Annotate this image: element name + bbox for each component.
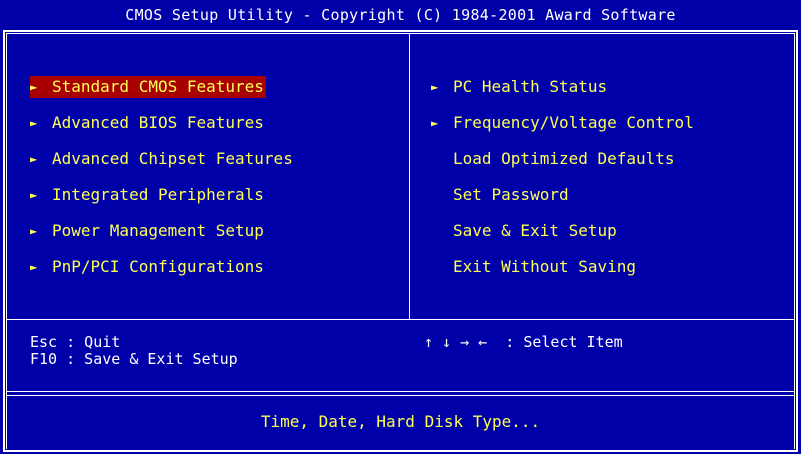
frame-border [3, 30, 798, 32]
menu-item-label: Set Password [453, 185, 569, 204]
section-divider [6, 391, 795, 392]
key-help-left: Esc : Quit F10 : Save & Exit Setup [30, 334, 238, 368]
bios-screen: CMOS Setup Utility - Copyright (C) 1984-… [0, 0, 801, 454]
submenu-arrow-icon: ► [30, 224, 38, 238]
submenu-arrow-icon: ► [30, 260, 38, 274]
menu-item-label: Load Optimized Defaults [453, 149, 675, 168]
menu-item-label: Advanced BIOS Features [52, 113, 264, 132]
arrow-keys-icon: ↑ ↓ → ← [424, 333, 488, 351]
menu-item-pnp-pci-configurations[interactable]: ► PnP/PCI Configurations [30, 256, 295, 292]
submenu-arrow-icon: ► [30, 152, 38, 166]
submenu-arrow-icon: ► [431, 116, 439, 130]
menu-item-pc-health-status[interactable]: ► PC Health Status [431, 76, 696, 112]
frame-border [796, 30, 798, 452]
menu-item-label: Exit Without Saving [453, 257, 637, 276]
submenu-arrow-icon: ► [30, 188, 38, 202]
frame-border [3, 450, 798, 452]
column-divider [409, 33, 410, 319]
menu-item-label: Frequency/Voltage Control [453, 113, 694, 132]
select-item-hint: : Select Item [487, 333, 623, 351]
menu-item-label: Power Management Setup [52, 221, 264, 240]
menu-item-standard-cmos-features[interactable]: ► Standard CMOS Features [30, 76, 295, 112]
menu-item-label: Integrated Peripherals [52, 185, 264, 204]
frame-border [6, 33, 795, 34]
esc-quit-hint: Esc : Quit [30, 333, 121, 351]
frame-border [794, 33, 795, 449]
menu-item-power-management-setup[interactable]: ► Power Management Setup [30, 220, 295, 256]
menu-item-save-exit-setup[interactable]: Save & Exit Setup [431, 220, 696, 256]
menu-item-label: Save & Exit Setup [453, 221, 617, 240]
submenu-arrow-icon: ► [30, 76, 52, 98]
menu-right-column: ► PC Health Status ► Frequency/Voltage C… [431, 76, 696, 292]
menu-item-set-password[interactable]: Set Password [431, 184, 696, 220]
menu-item-advanced-bios-features[interactable]: ► Advanced BIOS Features [30, 112, 295, 148]
submenu-arrow-icon: ► [431, 80, 439, 94]
menu-item-integrated-peripherals[interactable]: ► Integrated Peripherals [30, 184, 295, 220]
menu-item-load-optimized-defaults[interactable]: Load Optimized Defaults [431, 148, 696, 184]
menu-item-label: Standard CMOS Features [52, 76, 266, 98]
section-divider [6, 319, 795, 320]
menu-item-exit-without-saving[interactable]: Exit Without Saving [431, 256, 696, 292]
menu-item-label: PC Health Status [453, 77, 608, 96]
menu-item-advanced-chipset-features[interactable]: ► Advanced Chipset Features [30, 148, 295, 184]
frame-border [3, 30, 5, 452]
menu-item-label: PnP/PCI Configurations [52, 257, 264, 276]
item-help-status: Time, Date, Hard Disk Type... [260, 411, 541, 431]
frame-border [6, 33, 7, 449]
menu-item-frequency-voltage-control[interactable]: ► Frequency/Voltage Control [431, 112, 696, 148]
f10-save-hint: F10 : Save & Exit Setup [30, 350, 238, 368]
key-help-right: ↑ ↓ → ← : Select Item [424, 334, 623, 351]
submenu-arrow-icon: ► [30, 116, 38, 130]
title-bar: CMOS Setup Utility - Copyright (C) 1984-… [0, 0, 801, 30]
menu-item-label: Advanced Chipset Features [52, 149, 293, 168]
menu-left-column: ► Standard CMOS Features ► Advanced BIOS… [30, 76, 295, 292]
